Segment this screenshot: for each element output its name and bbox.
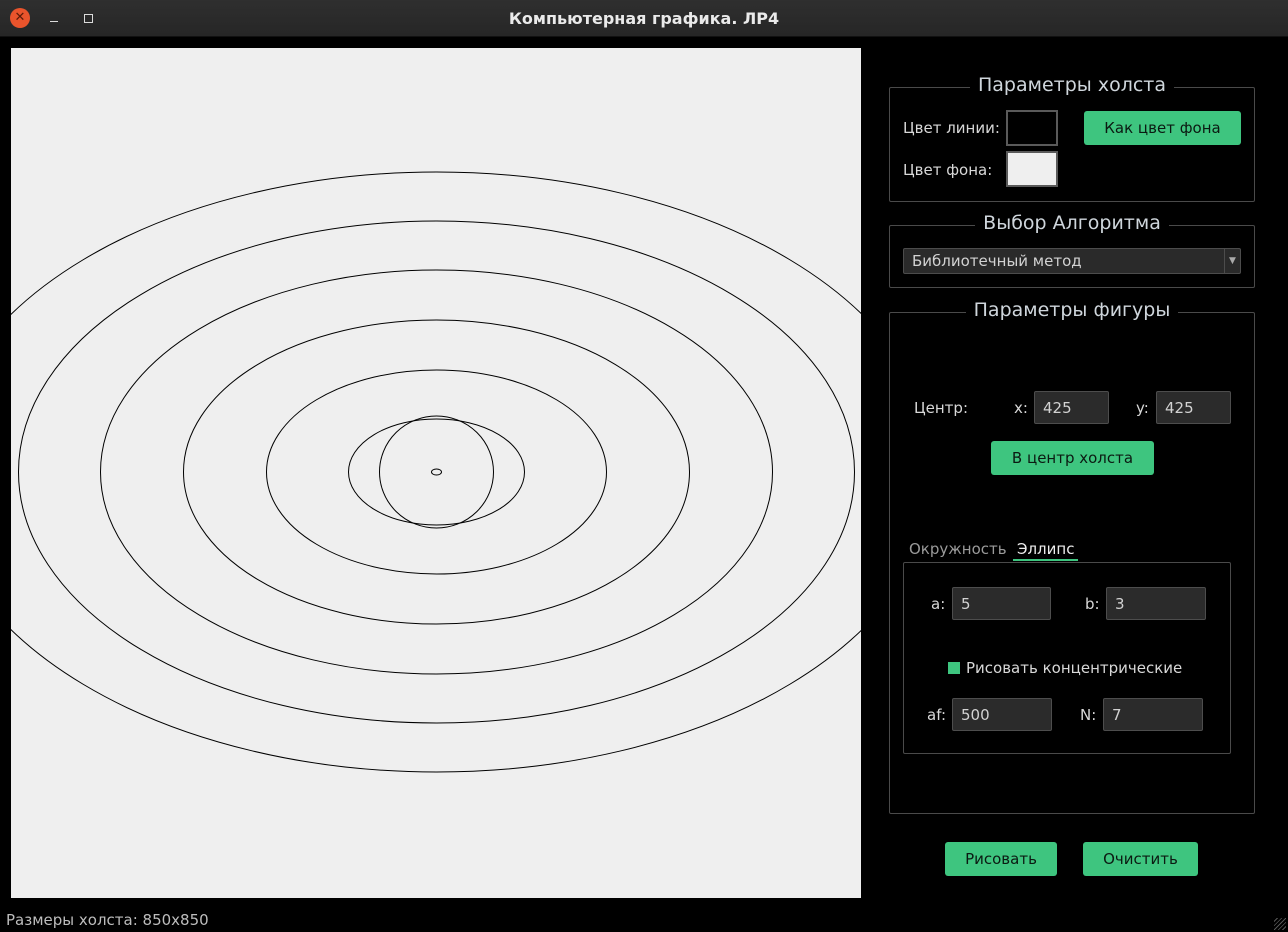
drawn-ellipse-6 (18, 220, 855, 724)
title-bar: ✕ Компьютерная графика. ЛР4 (0, 0, 1288, 37)
canvas-params-legend: Параметры холста (970, 74, 1174, 96)
n-input[interactable] (1103, 698, 1203, 731)
to-canvas-center-button[interactable]: В центр холста (991, 441, 1154, 475)
center-y-label: y: (1136, 399, 1149, 417)
canvas-svg (11, 171, 861, 773)
af-input[interactable] (952, 698, 1052, 731)
figure-params-legend: Параметры фигуры (965, 299, 1179, 321)
b-input[interactable] (1106, 587, 1206, 620)
drawing-canvas[interactable] (11, 48, 861, 898)
bg-color-label: Цвет фона: (903, 161, 993, 179)
tab-circle[interactable]: Окружность (909, 540, 1007, 558)
algorithm-select[interactable]: Библиотечный метод ▼ (903, 248, 1241, 274)
center-y-input[interactable] (1156, 391, 1231, 424)
window-title: Компьютерная графика. ЛР4 (508, 9, 780, 28)
drawn-ellipse-4 (183, 319, 690, 625)
a-input[interactable] (952, 587, 1051, 620)
resize-grip-icon[interactable] (1274, 918, 1286, 930)
bg-color-swatch[interactable] (1006, 151, 1058, 187)
line-color-swatch[interactable] (1006, 110, 1058, 146)
center-x-input[interactable] (1034, 391, 1109, 424)
algorithm-legend: Выбор Алгоритма (975, 212, 1169, 234)
figure-params-group: Параметры фигуры Центр: x: y: В центр хо… (889, 299, 1255, 814)
canvas-size-status: Размеры холста: 850x850 (6, 911, 209, 929)
algorithm-group: Выбор Алгоритма Библиотечный метод ▼ (889, 212, 1255, 288)
active-tab-indicator (1013, 559, 1078, 561)
a-label: a: (931, 595, 946, 613)
concentric-label[interactable]: Рисовать концентрические (966, 659, 1182, 677)
line-color-label: Цвет линии: (903, 119, 1000, 137)
tab-ellipse[interactable]: Эллипс (1017, 540, 1074, 558)
concentric-checkbox[interactable] (948, 662, 960, 674)
drawn-ellipse-2 (348, 418, 525, 526)
drawn-ellipse-7 (11, 171, 861, 773)
b-label: b: (1085, 595, 1100, 613)
drawn-ellipse-3 (266, 369, 607, 575)
draw-button[interactable]: Рисовать (945, 842, 1057, 876)
drawn-ellipse-0 (431, 468, 442, 476)
as-bg-color-button[interactable]: Как цвет фона (1084, 111, 1241, 145)
drawn-ellipse-5 (100, 269, 773, 675)
algorithm-selected-value: Библиотечный метод (912, 252, 1082, 270)
canvas-params-group: Параметры холста Цвет линии: Как цвет фо… (889, 74, 1255, 202)
n-label: N: (1080, 706, 1097, 724)
ellipse-tab-panel: a: b: Рисовать концентрические af: N: (903, 562, 1231, 754)
center-x-label: x: (1014, 399, 1028, 417)
clear-button[interactable]: Очистить (1083, 842, 1198, 876)
af-label: af: (927, 706, 946, 724)
center-label: Центр: (914, 399, 968, 417)
drawn-ellipse-1 (379, 415, 494, 529)
chevron-down-icon[interactable]: ▼ (1224, 249, 1240, 273)
